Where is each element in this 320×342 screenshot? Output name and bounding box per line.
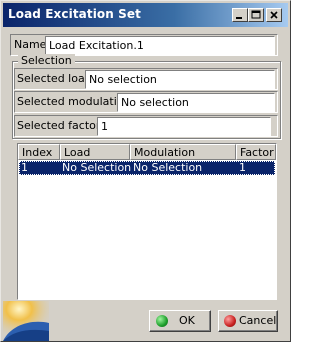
table-header: Index Load Modulation Factor — [18, 144, 276, 160]
cell-load: No Selection — [62, 161, 132, 174]
name-field[interactable] — [45, 36, 275, 55]
excitation-table[interactable]: Index Load Modulation Factor 1 No Select… — [17, 143, 277, 300]
selected-modulation-field[interactable] — [117, 93, 275, 112]
table-row[interactable]: 1 No Selection No Selection 1 — [19, 161, 275, 175]
cell-index: 1 — [21, 161, 28, 174]
title-bar[interactable]: Load Excitation Set — [3, 3, 288, 27]
selected-load-label: Selected load: — [17, 72, 96, 85]
selection-group-title: Selection — [18, 54, 75, 67]
selected-factor-label: Selected factor: — [17, 119, 104, 132]
ok-label: OK — [179, 314, 195, 327]
selected-load-row: Selected load: — [14, 68, 278, 90]
cell-factor: 1 — [239, 161, 246, 174]
catia-logo-icon — [3, 301, 49, 341]
name-row: Name — [10, 34, 278, 56]
selected-load-field[interactable] — [85, 70, 275, 89]
selected-factor-field[interactable] — [97, 117, 271, 136]
minimize-button[interactable] — [232, 8, 248, 22]
column-header-index[interactable]: Index — [18, 144, 60, 160]
maximize-button[interactable] — [248, 8, 264, 22]
close-icon — [270, 11, 278, 19]
name-label: Name — [14, 38, 47, 51]
dialog-window: Load Excitation Set Name Selection Selec… — [0, 0, 291, 342]
selected-modulation-row: Selected modulation: — [14, 91, 278, 113]
column-header-load[interactable]: Load — [60, 144, 130, 160]
cancel-button[interactable]: Cancel — [218, 310, 278, 332]
minimize-icon — [236, 17, 242, 19]
window-title: Load Excitation Set — [8, 7, 141, 21]
close-button[interactable] — [266, 8, 282, 22]
column-header-factor[interactable]: Factor — [236, 144, 276, 160]
selected-factor-row: Selected factor: — [14, 115, 278, 137]
maximize-icon — [251, 10, 261, 19]
cancel-label: Cancel — [239, 314, 277, 327]
cell-modulation: No Selection — [133, 161, 203, 174]
ok-button[interactable]: OK — [149, 310, 211, 332]
green-dot-icon — [156, 315, 168, 327]
column-header-modulation[interactable]: Modulation — [130, 144, 236, 160]
red-dot-icon — [224, 315, 236, 327]
